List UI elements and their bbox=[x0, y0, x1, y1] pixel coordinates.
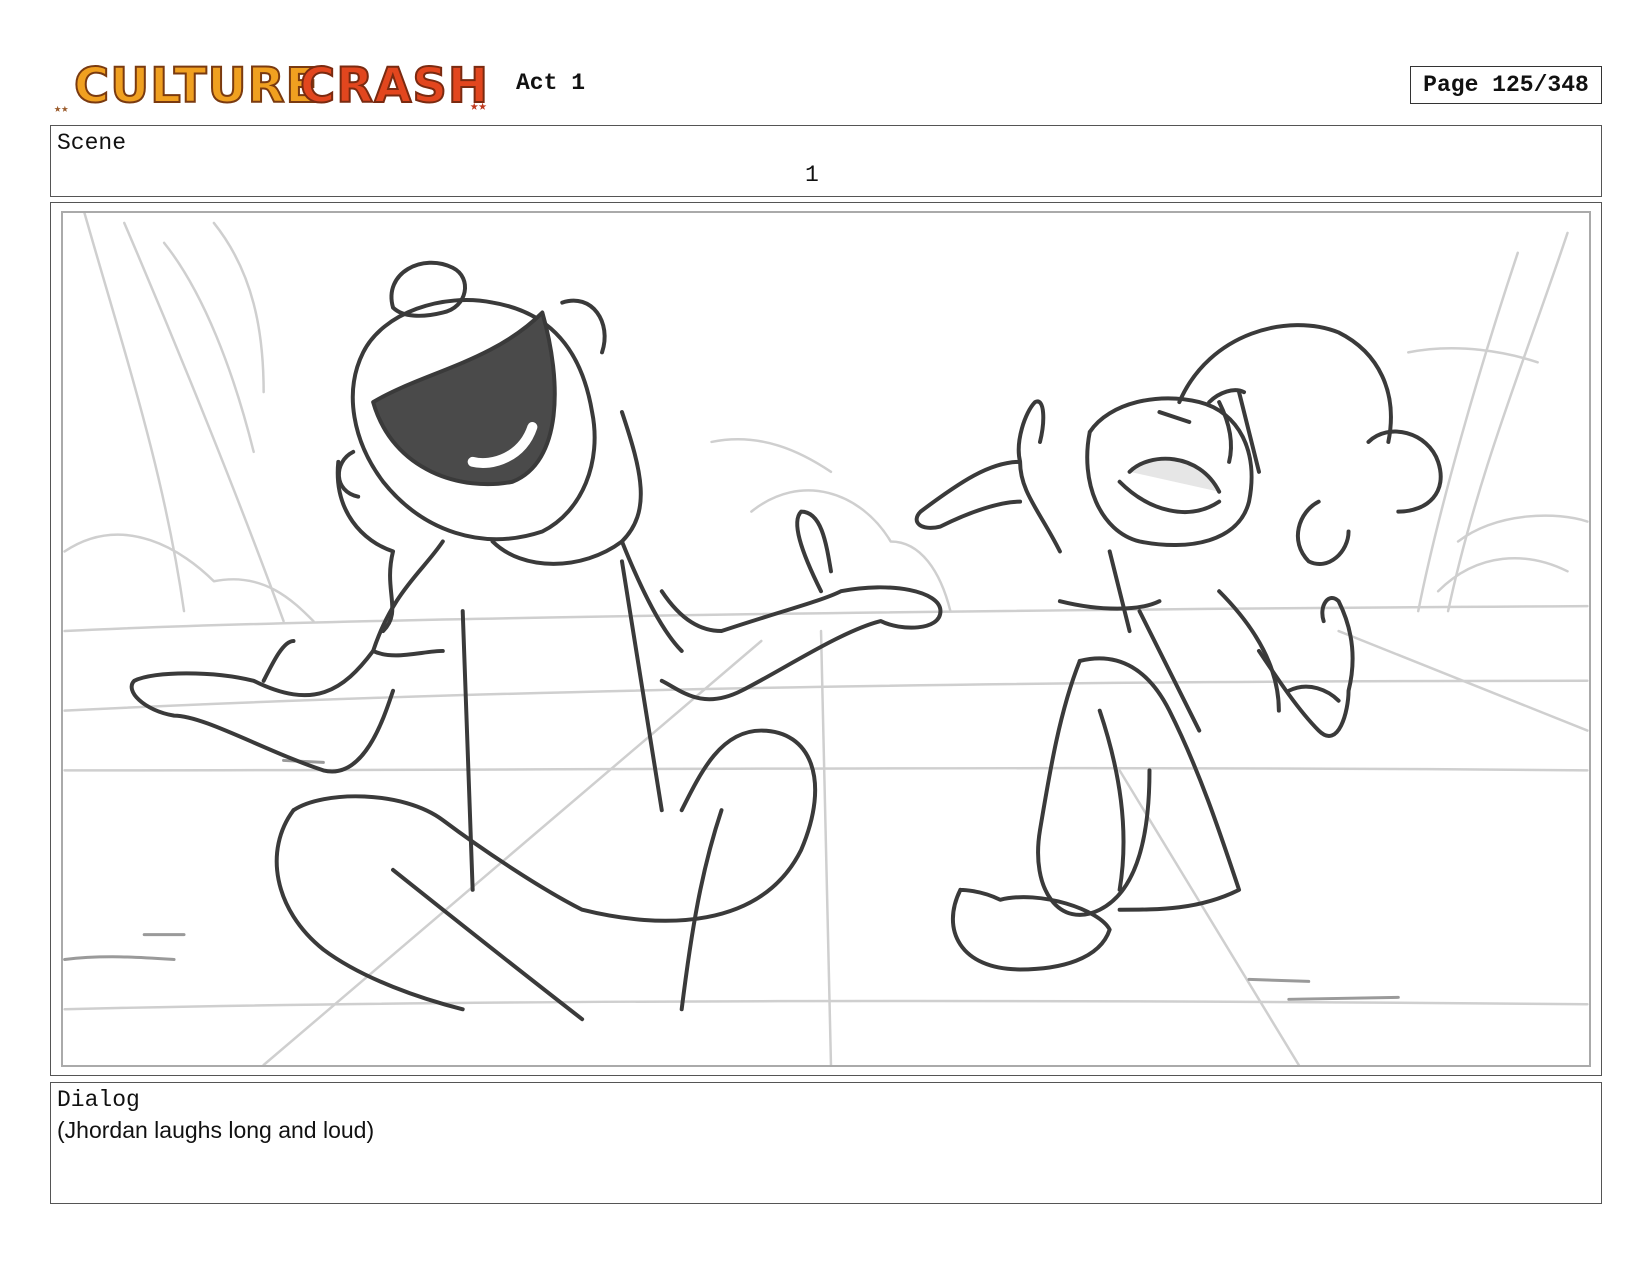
svg-text:★★: ★★ bbox=[470, 99, 487, 115]
page-counter-text: Page 125/348 bbox=[1423, 72, 1589, 98]
scene-label: Scene bbox=[57, 130, 127, 156]
page-counter: Page 125/348 bbox=[1410, 66, 1602, 104]
culture-crash-logo: CULTURE CRASH ★★ ★★ bbox=[52, 50, 502, 120]
storyboard-page: CULTURE CRASH ★★ ★★ Act 1 Page 125/348 S… bbox=[0, 0, 1650, 1275]
scene-box: Scene 1 bbox=[50, 125, 1602, 197]
dialog-label: Dialog bbox=[57, 1087, 140, 1113]
dialog-box: Dialog (Jhordan laughs long and loud) bbox=[50, 1082, 1602, 1204]
dialog-text: (Jhordan laughs long and loud) bbox=[57, 1117, 375, 1143]
storyboard-sketch bbox=[61, 211, 1591, 1067]
svg-text:CULTURE: CULTURE bbox=[74, 58, 319, 114]
storyboard-panel bbox=[50, 202, 1602, 1076]
svg-text:★★: ★★ bbox=[54, 102, 68, 116]
svg-text:CRASH: CRASH bbox=[300, 58, 489, 114]
scene-number: 1 bbox=[805, 162, 819, 188]
act-label: Act 1 bbox=[516, 70, 586, 96]
